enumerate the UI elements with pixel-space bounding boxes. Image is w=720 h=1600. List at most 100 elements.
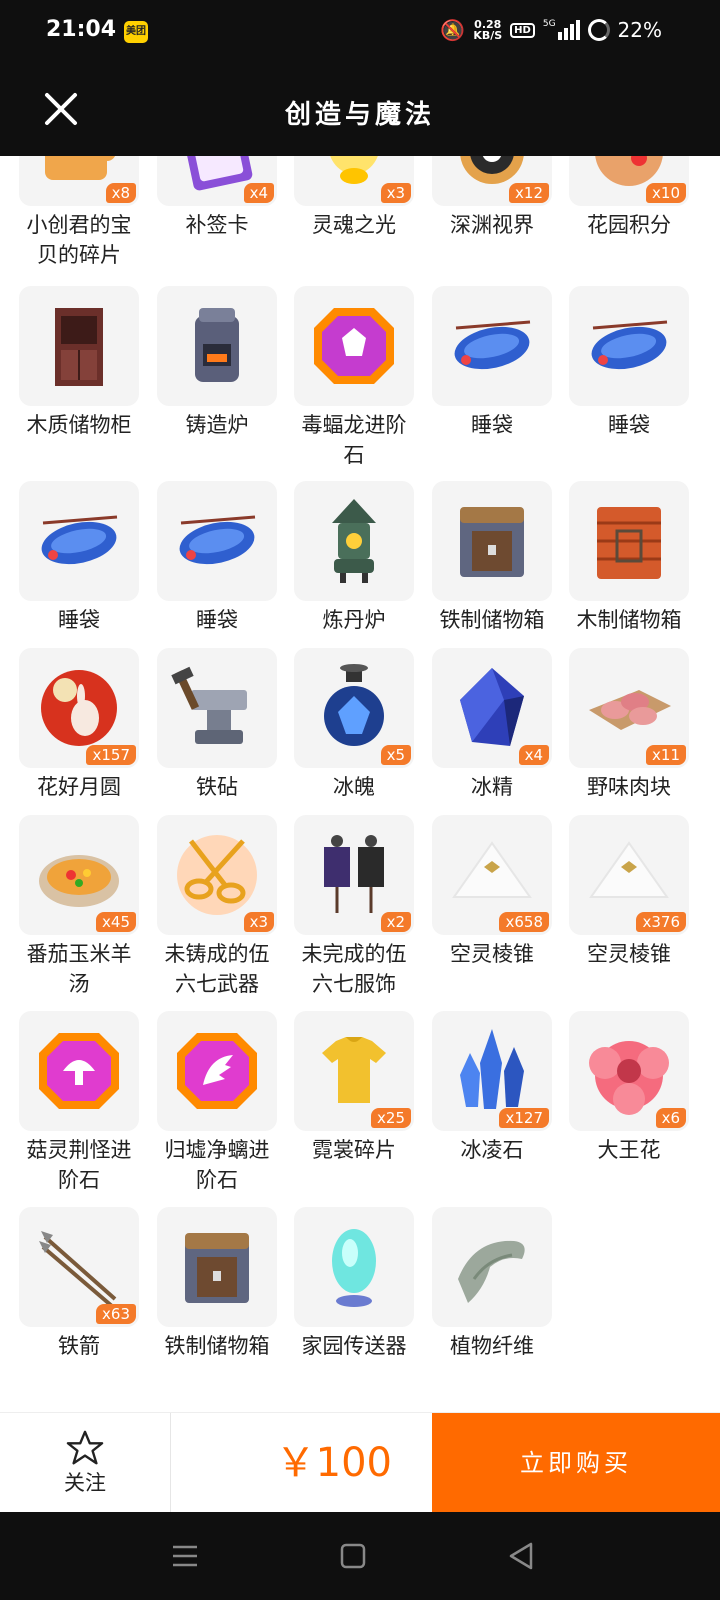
count-badge: x4: [243, 183, 274, 203]
menu-icon[interactable]: [169, 1540, 201, 1572]
iron-chest-icon: [460, 507, 524, 577]
item-card[interactable]: x25 霓裳碎片: [294, 1011, 414, 1165]
star-icon: [66, 1430, 104, 1465]
item-card[interactable]: 睡袋: [157, 481, 277, 635]
item-label: 冰魄: [333, 775, 375, 799]
item-card[interactable]: x157 花好月圆: [19, 648, 139, 802]
count-badge: x5: [380, 745, 411, 765]
item-card[interactable]: x2 未完成的伍六七服饰: [294, 815, 414, 999]
item-image: [432, 481, 552, 601]
item-card[interactable]: 铁砧: [157, 648, 277, 802]
follow-button[interactable]: 关注: [0, 1413, 171, 1513]
item-card[interactable]: x127 冰凌石: [432, 1011, 552, 1165]
count-badge: x157: [86, 745, 136, 765]
item-image: x3: [294, 156, 414, 206]
count-badge: x25: [371, 1108, 411, 1128]
item-label: 铁箭: [58, 1334, 100, 1358]
flower-icon: [589, 1041, 669, 1115]
count-badge: x11: [646, 745, 686, 765]
item-card[interactable]: 家园传送器: [294, 1207, 414, 1361]
count-badge: x4: [518, 745, 549, 765]
item-label: 冰精: [471, 775, 513, 799]
item-card[interactable]: 木质储物柜: [19, 286, 139, 440]
follow-label: 关注: [64, 1471, 106, 1495]
item-card[interactable]: x658 空灵棱锥: [432, 815, 552, 969]
sleeping-bag-icon: [454, 320, 531, 370]
sleeping-bag-icon: [591, 320, 668, 370]
item-image: [569, 286, 689, 406]
signal-icon: 5G: [543, 20, 580, 40]
item-card[interactable]: 毒蝠龙进阶石: [294, 286, 414, 470]
back-icon[interactable]: [505, 1540, 537, 1572]
item-card[interactable]: 铸造炉: [157, 286, 277, 440]
network-type: 5G: [542, 19, 556, 29]
item-image: x12: [432, 156, 552, 206]
item-card[interactable]: 木制储物箱: [569, 481, 689, 635]
item-card[interactable]: x3 未铸成的伍六七武器: [157, 815, 277, 999]
arrows-icon: [39, 1231, 117, 1309]
item-label: 睡袋: [608, 413, 650, 437]
item-card[interactable]: 睡袋: [432, 286, 552, 440]
status-bar: 21:04 美团 🔕 0.28 KB/S HD 5G 22%: [0, 0, 720, 66]
item-label: 小创君的宝贝的碎片: [26, 213, 132, 267]
meituan-app-icon: 美团: [124, 21, 148, 43]
item-card[interactable]: 炼丹炉: [294, 481, 414, 635]
buy-now-button[interactable]: 立即购买: [432, 1413, 720, 1513]
shirt-icon: [322, 1037, 386, 1103]
item-card[interactable]: x8 小创君的宝贝的碎片: [19, 156, 139, 270]
count-badge: x10: [646, 183, 686, 203]
item-card[interactable]: x3 灵魂之光: [294, 156, 414, 240]
count-badge: x45: [96, 912, 136, 932]
item-card[interactable]: x11 野味肉块: [569, 648, 689, 802]
alchemy-furnace-icon: [332, 499, 376, 583]
item-card[interactable]: 植物纤维: [432, 1207, 552, 1361]
page-title: 创造与魔法: [284, 100, 435, 130]
item-card[interactable]: 睡袋: [569, 286, 689, 440]
iron-chest-icon: [185, 1233, 249, 1303]
count-badge: x127: [499, 1108, 549, 1128]
item-card[interactable]: x4 冰精: [432, 648, 552, 802]
soup-icon: [39, 855, 119, 907]
item-label: 归墟净螭进阶石: [164, 1138, 270, 1192]
item-image: [157, 481, 277, 601]
cabinet-icon: [55, 308, 103, 386]
pyramid-icon: [452, 841, 532, 898]
item-card[interactable]: 铁制储物箱: [432, 481, 552, 635]
item-image: [157, 1207, 277, 1327]
item-card[interactable]: x4 补签卡: [157, 156, 277, 240]
item-card[interactable]: x12 深渊视界: [432, 156, 552, 240]
item-image: [569, 481, 689, 601]
dragon-gem-icon: [177, 1033, 257, 1109]
home-icon[interactable]: [337, 1540, 369, 1572]
item-card[interactable]: 菇灵荆怪进阶石: [19, 1011, 139, 1195]
scissors-icon: [177, 835, 257, 915]
item-grid: x8 小创君的宝贝的碎片 x4 补签卡 x3 灵魂之光 x12 深渊视界 x10 花园积分木质储物…: [0, 156, 720, 1412]
item-card[interactable]: x45 番茄玉米羊汤: [19, 815, 139, 999]
fiber-icon: [458, 1240, 525, 1303]
item-image: x8: [19, 156, 139, 206]
item-image: x127: [432, 1011, 552, 1131]
item-label: 铁制储物箱: [164, 1334, 270, 1358]
item-image: x5: [294, 648, 414, 768]
count-badge: x63: [96, 1304, 136, 1324]
item-card[interactable]: x376 空灵棱锥: [569, 815, 689, 969]
item-image: [432, 1207, 552, 1327]
item-image: [19, 286, 139, 406]
mannequin-icon: [324, 835, 384, 913]
item-card[interactable]: 归墟净螭进阶石: [157, 1011, 277, 1195]
mute-bell-icon: 🔕: [440, 18, 466, 42]
sleeping-bag-icon: [41, 515, 118, 565]
item-image: x10: [569, 156, 689, 206]
count-badge: x376: [636, 912, 686, 932]
item-card[interactable]: x10 花园积分: [569, 156, 689, 240]
item-card[interactable]: x63 铁箭: [19, 1207, 139, 1361]
item-image: [157, 1011, 277, 1131]
moon-rabbit-icon: [41, 670, 117, 746]
wooden-chest-icon: [597, 507, 661, 579]
item-image: [294, 481, 414, 601]
count-badge: x658: [499, 912, 549, 932]
item-card[interactable]: x5 冰魄: [294, 648, 414, 802]
item-card[interactable]: 铁制储物箱: [157, 1207, 277, 1361]
item-card[interactable]: 睡袋: [19, 481, 139, 635]
item-card[interactable]: x6 大王花: [569, 1011, 689, 1165]
